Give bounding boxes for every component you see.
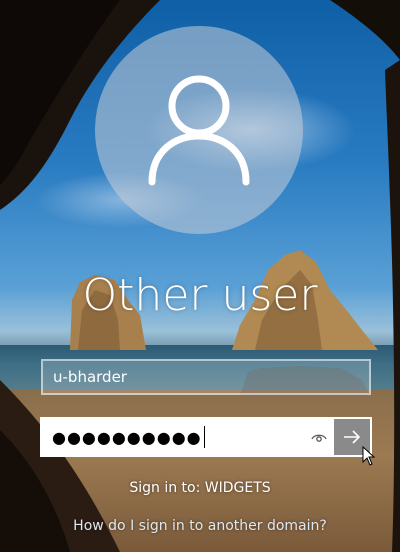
cave-top-right: [330, 0, 400, 60]
eye-icon: [311, 434, 327, 442]
user-display-name: Other user: [82, 270, 318, 321]
domain-help-link[interactable]: How do I sign in to another domain?: [0, 518, 400, 534]
sign-in-domain-label: Sign in to: WIDGETS: [129, 480, 271, 496]
arrow-right-icon: [344, 430, 361, 444]
user-avatar: [95, 26, 303, 234]
user-silhouette-icon: [148, 75, 250, 186]
username-input[interactable]: u-bharder: [41, 359, 371, 395]
mouse-pointer-icon: [362, 446, 376, 466]
text-caret: [203, 426, 205, 448]
password-input-group: ●●●●●●●●●●: [40, 417, 372, 457]
reveal-password-button[interactable]: [304, 419, 334, 455]
password-mask: ●●●●●●●●●●: [52, 427, 202, 447]
password-input[interactable]: ●●●●●●●●●●: [42, 419, 304, 455]
lock-screen: Other user u-bharder ●●●●●●●●●● Sign in …: [0, 0, 400, 552]
